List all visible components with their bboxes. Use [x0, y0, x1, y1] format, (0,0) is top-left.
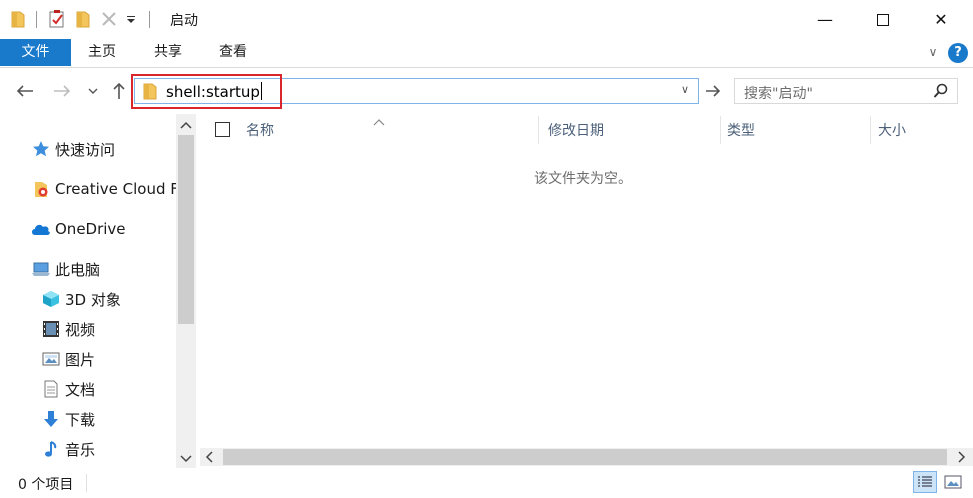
picture-icon: [41, 350, 61, 368]
address-highlight-box: [131, 74, 282, 109]
onedrive-cloud-icon: [31, 220, 51, 238]
nav-label: 视频: [65, 320, 96, 339]
star-icon: [31, 140, 51, 158]
nav-item-creative-cloud[interactable]: Creative Cloud F: [31, 177, 179, 201]
nav-item-music[interactable]: 音乐: [41, 437, 95, 461]
forward-button[interactable]: [51, 80, 73, 102]
address-row: shell:startup ∨ 搜索"启动": [0, 68, 973, 114]
toolbar-separator: [36, 11, 37, 28]
status-bar: 0 个项目: [0, 468, 973, 498]
tab-home[interactable]: 主页: [78, 39, 126, 66]
cube-3d-icon: [41, 290, 61, 308]
collapse-ribbon-button[interactable]: ∨: [922, 39, 944, 66]
nav-item-this-pc[interactable]: 此电脑: [31, 257, 100, 281]
file-list-pane: 名称 修改日期 类型 大小 该文件夹为空。: [196, 114, 973, 468]
customize-toolbar-icon[interactable]: [122, 10, 140, 28]
computer-icon: [31, 260, 51, 278]
help-button[interactable]: ?: [948, 43, 968, 63]
creative-cloud-icon: [31, 180, 51, 198]
nav-item-downloads[interactable]: 下载: [41, 407, 95, 431]
chevron-down-icon: [88, 88, 98, 94]
nav-label: 下载: [65, 410, 96, 429]
download-arrow-icon: [41, 410, 61, 428]
search-input[interactable]: 搜索"启动": [734, 78, 958, 104]
toolbar-separator: [149, 11, 150, 28]
minimize-button[interactable]: —: [796, 0, 854, 39]
column-header-name[interactable]: 名称: [246, 120, 274, 142]
column-divider[interactable]: [870, 116, 871, 144]
details-view-button[interactable]: [913, 471, 937, 493]
music-note-icon: [41, 440, 61, 458]
navigation-pane: 快速访问 Creative Cloud F OneDrive 此电脑 3D 对象…: [0, 114, 196, 468]
scroll-right-icon[interactable]: [957, 451, 967, 467]
ribbon-tabs: 文件 主页 共享 查看 ∨ ?: [0, 39, 973, 68]
delete-icon[interactable]: [100, 10, 118, 28]
search-placeholder: 搜索"启动": [744, 86, 813, 102]
folder-icon: [9, 10, 27, 28]
video-icon: [41, 320, 61, 338]
back-button[interactable]: [14, 80, 36, 102]
sort-ascending-icon: [373, 114, 385, 130]
search-icon: [933, 83, 949, 103]
nav-label: Creative Cloud F: [55, 180, 179, 198]
go-arrow-icon: [706, 85, 721, 97]
nav-label: OneDrive: [55, 220, 126, 238]
nav-item-3d-objects[interactable]: 3D 对象: [41, 287, 121, 311]
nav-label: 文档: [65, 380, 96, 399]
column-divider[interactable]: [720, 116, 721, 144]
back-arrow-icon: [16, 85, 33, 97]
nav-item-videos[interactable]: 视频: [41, 317, 95, 341]
large-icons-view-icon: [944, 475, 962, 489]
item-count: 0 个项目: [18, 477, 74, 493]
nav-item-pictures[interactable]: 图片: [41, 347, 95, 371]
window-title: 启动: [170, 13, 198, 29]
horizontal-scrollbar[interactable]: [200, 448, 973, 466]
scrollbar-thumb[interactable]: [223, 449, 947, 465]
recent-locations-button[interactable]: [85, 80, 101, 102]
document-icon: [41, 380, 61, 398]
tab-file[interactable]: 文件: [0, 39, 71, 66]
tab-view[interactable]: 查看: [209, 39, 257, 66]
go-button[interactable]: [702, 80, 724, 102]
status-divider: [86, 474, 87, 492]
nav-label: 音乐: [65, 440, 96, 459]
select-all-checkbox[interactable]: [215, 122, 230, 137]
nav-label: 3D 对象: [65, 290, 121, 309]
scroll-down-icon[interactable]: [180, 452, 192, 468]
maximize-button[interactable]: [854, 0, 912, 39]
column-header-type[interactable]: 类型: [727, 120, 755, 142]
column-divider[interactable]: [538, 116, 539, 144]
nav-vertical-scrollbar[interactable]: [176, 114, 196, 468]
forward-arrow-icon: [54, 85, 71, 97]
title-bar: 启动 — ✕: [0, 0, 973, 39]
large-icons-view-button[interactable]: [941, 471, 965, 493]
up-arrow-icon: [113, 82, 125, 99]
address-dropdown-button[interactable]: ∨: [681, 83, 695, 99]
maximize-icon: [877, 13, 889, 26]
scroll-up-icon[interactable]: [180, 118, 192, 134]
details-view-icon: [918, 476, 932, 487]
nav-item-documents[interactable]: 文档: [41, 377, 95, 401]
nav-item-onedrive[interactable]: OneDrive: [31, 217, 126, 241]
nav-label: 此电脑: [55, 260, 101, 279]
scroll-left-icon[interactable]: [204, 451, 214, 467]
new-folder-icon[interactable]: [74, 10, 92, 28]
close-button[interactable]: ✕: [912, 0, 970, 39]
nav-item-quick-access[interactable]: 快速访问: [31, 137, 115, 161]
tab-share[interactable]: 共享: [144, 39, 192, 66]
scrollbar-thumb[interactable]: [178, 135, 194, 324]
column-header-date-modified[interactable]: 修改日期: [548, 120, 604, 142]
empty-folder-message: 该文件夹为空。: [534, 171, 632, 187]
column-header-size[interactable]: 大小: [878, 120, 906, 142]
properties-icon[interactable]: [48, 10, 66, 28]
up-button[interactable]: [109, 80, 129, 102]
nav-label: 图片: [65, 350, 96, 369]
nav-label: 快速访问: [55, 140, 116, 159]
